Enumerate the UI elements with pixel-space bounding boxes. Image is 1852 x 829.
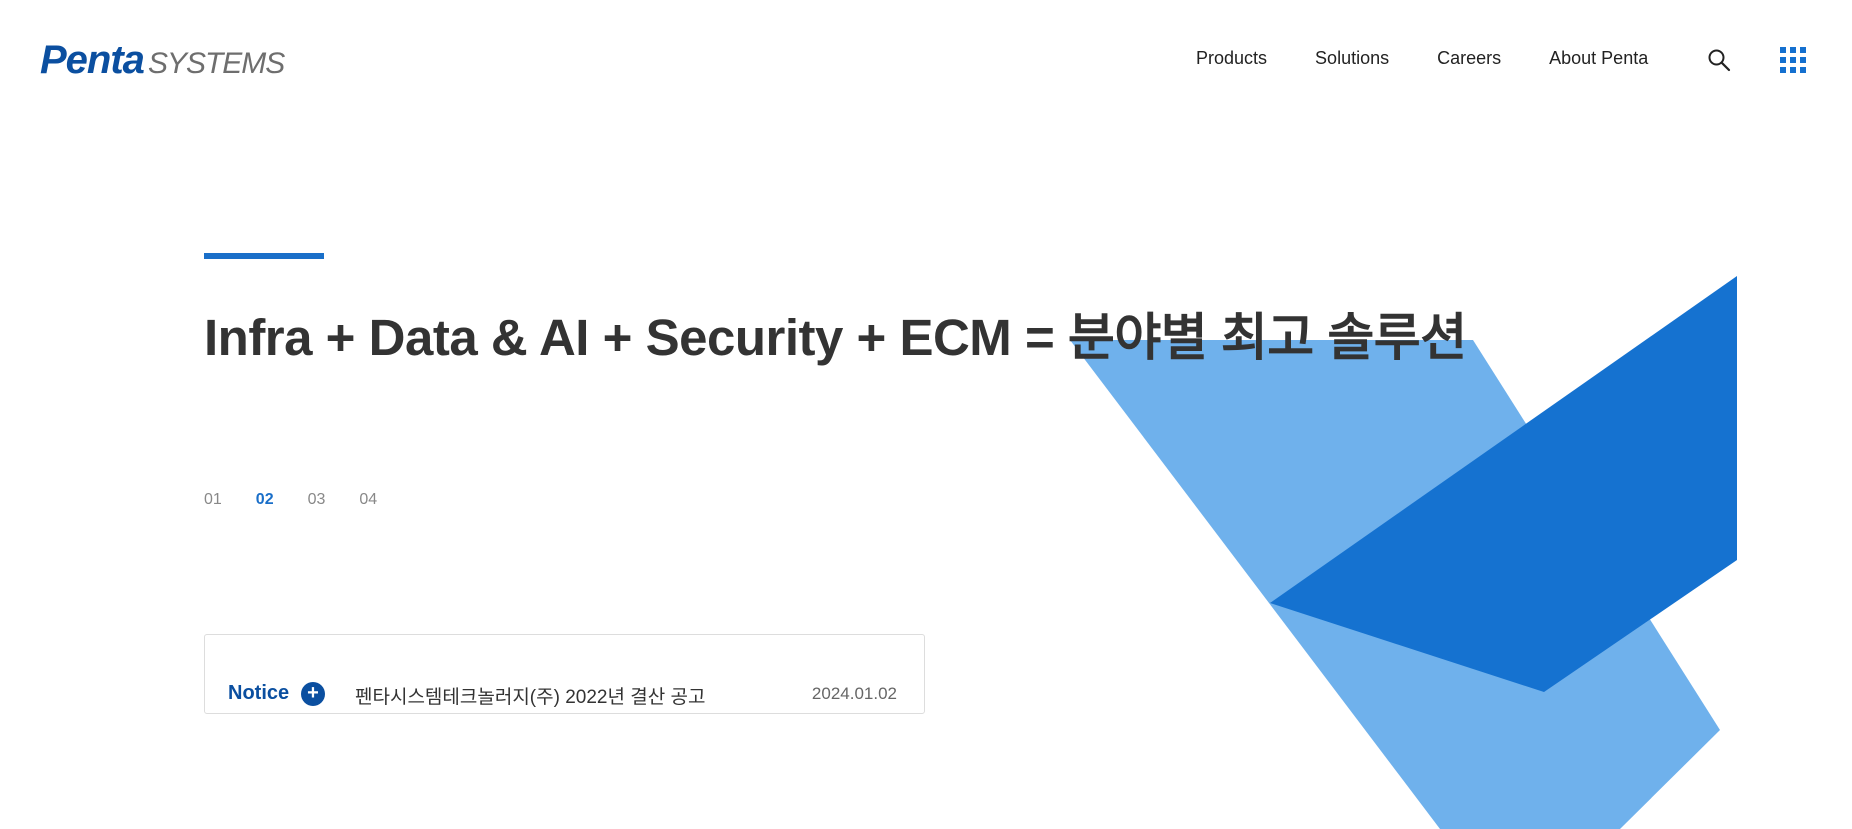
headline-accent-bar bbox=[204, 253, 324, 259]
logo[interactable]: Penta SYSTEMS bbox=[40, 38, 285, 83]
slide-indicator-02[interactable]: 02 bbox=[256, 491, 274, 509]
slide-indicator-03[interactable]: 03 bbox=[308, 491, 326, 509]
notice-date: 2024.01.02 bbox=[811, 684, 897, 703]
logo-wordmark-systems: SYSTEMS bbox=[147, 47, 285, 80]
logo-wordmark-penta: Penta bbox=[40, 38, 145, 82]
hero-headline: Infra + Data & AI + Security + ECM = 분야별… bbox=[204, 309, 1467, 366]
nav-item-about-penta[interactable]: About Penta bbox=[1549, 48, 1648, 69]
main-nav: Products Solutions Careers About Penta bbox=[1196, 48, 1696, 69]
nav-item-solutions[interactable]: Solutions bbox=[1315, 48, 1389, 69]
search-icon[interactable] bbox=[1707, 48, 1731, 72]
slide-pager: 01 02 03 04 bbox=[204, 491, 411, 509]
slide-indicator-01[interactable]: 01 bbox=[204, 491, 222, 509]
nav-item-careers[interactable]: Careers bbox=[1437, 48, 1501, 69]
site-header: Penta SYSTEMS Products Solutions Careers… bbox=[0, 0, 1852, 120]
plus-circle-icon[interactable]: + bbox=[301, 682, 325, 706]
nav-item-products[interactable]: Products bbox=[1196, 48, 1267, 69]
notice-title-link[interactable]: 펜타시스템테크놀러지(주) 2022년 결산 공고 bbox=[355, 682, 705, 709]
notice-label: Notice bbox=[228, 682, 290, 704]
grid-menu-icon[interactable] bbox=[1780, 47, 1806, 73]
slide-indicator-04[interactable]: 04 bbox=[359, 491, 377, 509]
notice-panel: Notice + 펜타시스템테크놀러지(주) 2022년 결산 공고 2024.… bbox=[204, 634, 925, 714]
